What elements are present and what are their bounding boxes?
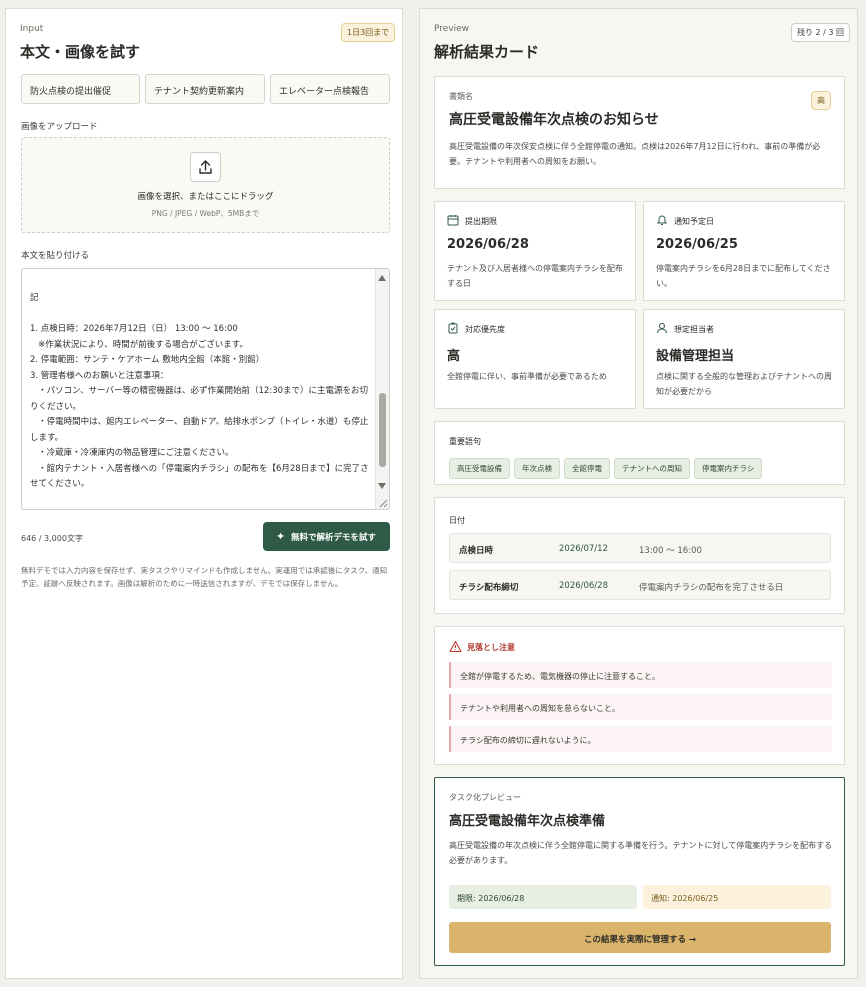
paste-label: 本文を貼り付ける — [21, 251, 90, 261]
preview-title: 解析結果カード — [434, 43, 540, 61]
resize-handle-icon[interactable] — [378, 498, 388, 508]
char-count: 646 / 3,000文字 — [21, 534, 83, 543]
warning-item: 全館が停電するため、電気機器の停止に注意すること。 — [449, 662, 832, 688]
upload-label: 画像をアップロード — [21, 122, 98, 132]
date-note: 13:00 〜 16:00 — [639, 546, 702, 556]
task-label: タスク化プレビュー — [449, 793, 521, 802]
keyword-chips: 高圧受電設備 年次点検 全館停電 テナントへの周知 停電案内チラシ — [449, 456, 766, 479]
document-card: 書類名 高 高圧受電設備年次点検のお知らせ 高圧受電設備の年次保安点検に伴う全館… — [434, 76, 845, 189]
dates-label: 日付 — [449, 516, 465, 525]
task-title: 高圧受電設備年次点検準備 — [449, 814, 606, 829]
field-value: 設備管理担当 — [656, 349, 735, 364]
warning-item: テナントや利用者への周知を怠らないこと。 — [449, 694, 832, 720]
field-desc: 停電案内チラシを6月28日までに配布してください。 — [656, 264, 831, 288]
date-name: 点検日時 — [459, 546, 494, 556]
field-card-deadline: 提出期限 2026/06/28 テナント及び入居者様への停電案内チラシを配布する… — [434, 201, 636, 301]
upload-dropzone[interactable]: 画像を選択、またはここにドラッグ PNG / JPEG / WebP、5MBまで — [21, 137, 390, 233]
warnings-label: 見落とし注意 — [467, 643, 515, 652]
keyword-chip: 高圧受電設備 — [449, 458, 510, 479]
field-desc: 点検に関する全般的な管理およびテナントへの周知が必要だから — [656, 372, 832, 396]
field-card-notify: 通知予定日 2026/06/25 停電案内チラシを6月28日までに配布してくださ… — [643, 201, 845, 301]
bell-icon — [656, 215, 668, 225]
limit-badge: 1日3回まで — [341, 23, 396, 42]
date-value: 2026/06/28 — [559, 581, 608, 591]
field-label: 対応優先度 — [465, 325, 505, 334]
field-label: 提出期限 — [465, 217, 497, 226]
scroll-up-icon[interactable] — [378, 275, 386, 281]
field-desc: 全館停電に伴い、事前準備が必要であるため — [447, 372, 607, 381]
field-label: 通知予定日 — [674, 217, 714, 226]
date-note: 停電案内チラシの配布を完了させる日 — [639, 583, 784, 593]
preview-panel: Preview 解析結果カード 残り 2 / 3 回 書類名 高 高圧受電設備年… — [419, 8, 858, 979]
date-name: チラシ配布締切 — [459, 583, 519, 593]
input-title: 本文・画像を試す — [20, 43, 141, 61]
preview-eyebrow: Preview — [434, 24, 470, 34]
demo-analyze-button[interactable]: ✦ 無料で解析デモを試す — [263, 522, 390, 551]
priority-badge: 高 — [811, 91, 831, 110]
upload-button[interactable] — [190, 152, 221, 182]
keyword-chip: 停電案内チラシ — [694, 458, 763, 479]
user-icon — [657, 323, 667, 334]
scroll-thumb[interactable] — [379, 393, 386, 467]
upload-icon — [199, 160, 212, 174]
date-value: 2026/07/12 — [559, 544, 608, 554]
remaining-badge: 残り 2 / 3 回 — [791, 23, 851, 42]
sample-button-elevator[interactable]: エレベーター点検報告 — [270, 74, 390, 104]
calendar-icon — [447, 215, 459, 226]
keywords-card: 重要語句 高圧受電設備 年次点検 全館停電 テナントへの周知 停電案内チラシ — [434, 421, 845, 485]
keywords-label: 重要語句 — [449, 437, 481, 446]
textarea-content[interactable]: 記 1. 点検日時：2026年7月12日（日） 13:00 〜 16:00 ※作… — [30, 291, 375, 493]
field-value: 2026/06/28 — [447, 237, 529, 252]
field-card-priority: 対応優先度 高 全館停電に伴い、事前準備が必要であるため — [434, 309, 636, 409]
privacy-note: 無料デモでは入力内容を保存せず、実タスクやリマインドも作成しません。実運用では承… — [21, 566, 388, 588]
manage-result-button[interactable]: この結果を実際に管理する → — [449, 922, 831, 953]
demo-button-label: 無料で解析デモを試す — [291, 533, 377, 543]
task-preview-card: タスク化プレビュー 高圧受電設備年次点検準備 高圧受電設備の年次点検に伴う全館停… — [434, 777, 845, 966]
doc-label: 書類名 — [449, 92, 473, 101]
field-value: 2026/06/25 — [656, 237, 738, 252]
sample-button-tenant[interactable]: テナント契約更新案内 — [145, 74, 265, 104]
upload-sub-text: PNG / JPEG / WebP、5MBまで — [151, 209, 260, 218]
keyword-chip: 年次点検 — [514, 458, 560, 479]
task-deadline: 期限: 2026/06/28 — [449, 885, 637, 909]
dates-card: 日付 点検日時 2026/07/12 13:00 〜 16:00 チラシ配布締切… — [434, 497, 845, 614]
textarea-scrollbar[interactable] — [375, 269, 389, 509]
warning-item: チラシ配布の締切に遅れないように。 — [449, 726, 832, 752]
field-label: 想定担当者 — [674, 325, 714, 334]
sparkle-icon: ✦ — [276, 530, 286, 543]
field-value: 高 — [447, 349, 461, 364]
keyword-chip: 全館停電 — [564, 458, 610, 479]
date-row: チラシ配布締切 2026/06/28 停電案内チラシの配布を完了させる日 — [449, 570, 831, 600]
date-row: 点検日時 2026/07/12 13:00 〜 16:00 — [449, 533, 831, 563]
task-notify: 通知: 2026/06/25 — [643, 885, 831, 909]
warnings-card: 見落とし注意 全館が停電するため、電気機器の停止に注意すること。 テナントや利用… — [434, 626, 845, 765]
clipboard-check-icon — [448, 322, 458, 334]
task-desc: 高圧受電設備の年次点検に伴う全館停電に関する準備を行う。テナントに対して停電案内… — [449, 841, 833, 865]
warning-icon — [449, 640, 462, 653]
body-textarea[interactable]: 記 1. 点検日時：2026年7月12日（日） 13:00 〜 16:00 ※作… — [21, 268, 390, 510]
field-card-assignee: 想定担当者 設備管理担当 点検に関する全般的な管理およびテナントへの周知が必要だ… — [643, 309, 845, 409]
doc-title: 高圧受電設備年次点検のお知らせ — [449, 112, 659, 128]
keyword-chip: テナントへの周知 — [614, 458, 690, 479]
field-desc: テナント及び入居者様への停電案内チラシを配布する日 — [447, 264, 623, 288]
input-panel: Input 本文・画像を試す 1日3回まで 防火点検の提出催促 テナント契約更新… — [5, 8, 403, 979]
scroll-down-icon[interactable] — [378, 483, 386, 489]
input-eyebrow: Input — [20, 24, 44, 34]
sample-button-fire[interactable]: 防火点検の提出催促 — [21, 74, 140, 104]
doc-summary: 高圧受電設備の年次保安点検に伴う全館停電の通知。点検は2026年7月12日に行わ… — [449, 142, 821, 166]
upload-main-text: 画像を選択、またはここにドラッグ — [137, 192, 274, 202]
